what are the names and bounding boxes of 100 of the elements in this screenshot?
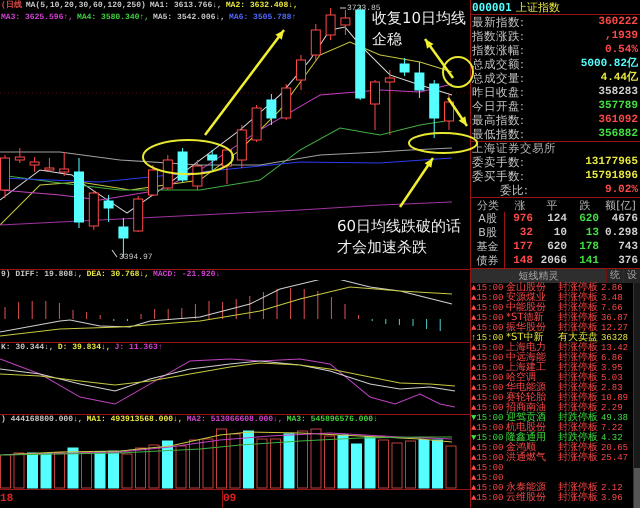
date-label: 09 [223, 492, 236, 507]
table-cell-text: 376 [617, 255, 639, 267]
table-cell-text: 976 [512, 213, 534, 225]
table-cell: 基金 [471, 240, 505, 254]
indicator-value: ) 444168800.000↓, [1, 415, 83, 425]
volume-bar [148, 444, 160, 488]
volume-bar [81, 452, 92, 488]
alert-event: 封跌停板 [558, 433, 599, 443]
candlestick [444, 94, 454, 130]
volume-bar [392, 442, 402, 488]
volume-bar [176, 446, 186, 488]
alert-value: 12.27 [601, 323, 630, 333]
candlestick [162, 154, 173, 190]
alert-event: 封涨停板 [558, 383, 599, 393]
indicator-value: 9) DIFF: 19.808↓, [1, 270, 83, 280]
candlestick [222, 148, 232, 184]
alert-time: ▲15:00 [471, 423, 504, 433]
stock-name: *ST中新 [506, 333, 544, 343]
date-label: 18 [0, 492, 14, 507]
stock-name: 中远海能 [506, 353, 547, 363]
alert-event: 封涨停板 [558, 493, 599, 503]
alert-value: 2.83 [601, 383, 624, 393]
indicator-value: MA1: 493913568.000↓, [86, 415, 183, 425]
stock-name: 洪通燃气 [506, 453, 547, 463]
volume-bar [338, 434, 348, 488]
alert-event: 封涨停板 [558, 293, 599, 303]
table-cell-text: 620 [546, 241, 568, 253]
volume-bar [94, 452, 106, 488]
quote-label: 指数涨跌: [472, 29, 524, 43]
stock-name: 哈空调 [506, 373, 536, 383]
alert-event: 封涨停板 [558, 373, 599, 383]
candlestick [296, 54, 306, 90]
alert-event: 封涨停板 [558, 453, 599, 463]
quote-value: 4.44亿 [600, 71, 638, 85]
alert-time: ▲15:00 [471, 393, 504, 403]
candlestick [310, 24, 321, 60]
quote-label: 最高指数: [472, 113, 524, 127]
alert-value: 36328 [601, 333, 630, 343]
volume-bar [418, 440, 430, 488]
table-cell-text: 2066 [540, 255, 568, 267]
stock-name: 金鸿顺 [506, 443, 536, 453]
quote-label: 指数涨幅: [472, 43, 524, 57]
volume-bar [256, 438, 268, 488]
alert-time: ▲15:00 [471, 493, 504, 503]
indicator-value: D: 39.834↓, [58, 343, 111, 353]
volume-bar [432, 440, 443, 488]
annotation-text: 60日均线跌破的话 才会加速杀跌 [337, 216, 462, 258]
candlestick [44, 158, 54, 172]
indicator-value: K: 30.344↓, [1, 343, 54, 353]
quote-value: 0.54% [604, 43, 638, 57]
alert-value: 7.66 [601, 303, 624, 313]
alert-value: 5.03 [601, 373, 624, 383]
candlestick [192, 160, 202, 190]
alert-event: 封涨停板 [558, 303, 599, 313]
alert-value: 3.95 [601, 363, 624, 373]
volume-bar [54, 452, 65, 488]
alert-value: 7.22 [601, 423, 624, 433]
alert-time: ▲15:00 [471, 373, 504, 383]
alert-value: 20.65 [601, 443, 630, 453]
volume-bar [68, 448, 78, 488]
stock-name: 上海建工 [506, 363, 547, 373]
alert-event: 封涨停板 [558, 423, 599, 433]
column-header: 涨 [514, 198, 526, 213]
arrow [398, 157, 434, 208]
quote-value: ,1939 [604, 29, 638, 43]
quote-label: 最低指数: [472, 127, 524, 141]
alert-event: 封涨停板 [558, 483, 599, 493]
candlestick [14, 148, 25, 164]
alert-time: ▲15:00 [471, 453, 504, 463]
volume-bar [108, 450, 119, 488]
volume-bar [364, 436, 376, 488]
alert-time: ▲15:00 [471, 443, 504, 453]
column-header: 平 [546, 198, 558, 213]
alert-event: 封跌停板 [558, 413, 599, 423]
candlestick [326, 8, 336, 40]
table-cell: B股 [471, 226, 505, 240]
candlestick [30, 156, 40, 172]
alert-time: ▲15:00 [471, 383, 504, 393]
quote-value: 360222 [598, 15, 638, 29]
toolbar-button[interactable]: 统 [606, 269, 623, 283]
candlestick [384, 70, 395, 136]
indicator-value: (日线 [1, 0, 22, 12]
volume-bar [297, 430, 308, 488]
volume-bar [351, 444, 362, 488]
index-name: 上证指数 [516, 0, 560, 14]
volume-bar [122, 454, 132, 488]
candlestick [178, 148, 188, 182]
candlestick [207, 150, 218, 170]
volume-bar [27, 452, 38, 488]
table-cell-text: 620 [578, 213, 600, 225]
candlestick [236, 124, 247, 168]
table-cell-text: 148 [512, 255, 534, 267]
toolbar-button[interactable]: 设 [623, 269, 640, 283]
alert-value: 10.89 [601, 393, 630, 403]
alert-event: 封涨停板 [558, 323, 599, 333]
candlestick [148, 164, 158, 196]
quote-label: 总成交额: [472, 57, 524, 71]
candlestick [400, 58, 410, 76]
alert-time: ▲15:00 [471, 363, 504, 373]
alert-time: ▼15:00 [471, 433, 504, 443]
